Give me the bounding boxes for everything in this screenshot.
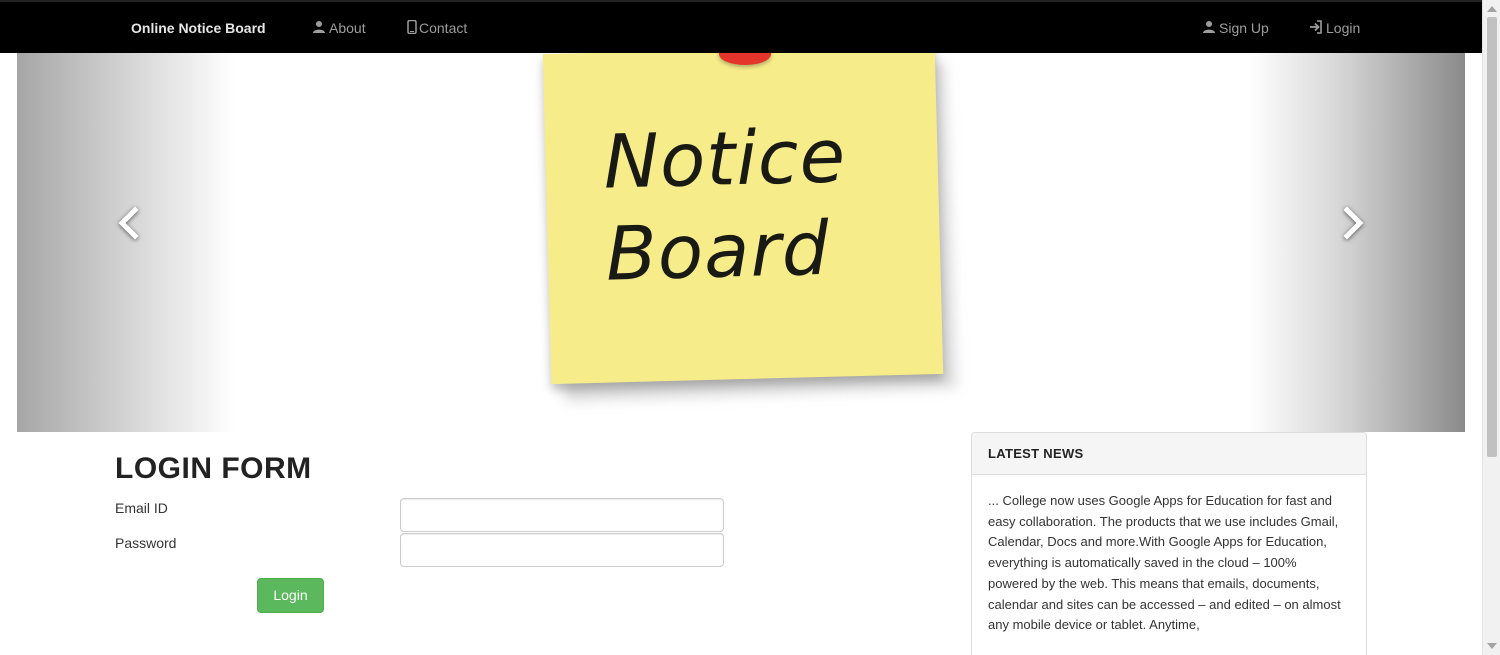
nav-about-link[interactable]: About: [312, 2, 366, 55]
page-scrollbar[interactable]: [1482, 0, 1500, 655]
user-icon: [1202, 20, 1216, 34]
nav-about-label: About: [329, 20, 366, 36]
password-label: Password: [115, 535, 177, 551]
nav-contact-label: Contact: [419, 20, 468, 36]
latest-news-panel: LATEST NEWS ... College now uses Google …: [971, 432, 1367, 655]
sticky-line-board: Board: [604, 205, 831, 298]
notice-board-image: Notice Board: [541, 53, 961, 432]
latest-news-heading: LATEST NEWS: [972, 433, 1366, 475]
mobile-phone-icon: [407, 20, 417, 35]
sticky-line-notice: Notice: [602, 113, 848, 206]
scroll-down-icon[interactable]: [1487, 643, 1497, 649]
nav-login-link[interactable]: Login: [1309, 2, 1360, 55]
nav-contact-link[interactable]: Contact: [407, 2, 467, 55]
user-icon: [312, 20, 326, 34]
latest-news-body: ... College now uses Google Apps for Edu…: [988, 493, 1341, 633]
sticky-note-text: Notice Board: [602, 110, 849, 300]
carousel-next-button[interactable]: [1333, 203, 1373, 243]
chevron-left-icon: [118, 206, 139, 240]
scroll-thumb[interactable]: [1487, 17, 1497, 457]
hero-carousel: Notice Board: [17, 53, 1465, 432]
brand-link[interactable]: Online Notice Board: [131, 2, 266, 55]
nav-login-label: Login: [1326, 20, 1361, 36]
password-field[interactable]: [400, 533, 724, 567]
email-field[interactable]: [400, 498, 724, 532]
chevron-right-icon: [1343, 206, 1364, 240]
sticky-note: Notice Board: [542, 53, 944, 385]
scroll-up-icon[interactable]: [1487, 6, 1497, 12]
login-submit-button[interactable]: Login: [257, 578, 324, 613]
top-navbar: Online Notice Board About Contact Sign U…: [0, 0, 1482, 53]
email-label: Email ID: [115, 500, 168, 516]
nav-signup-label: Sign Up: [1219, 20, 1269, 36]
log-in-icon: [1309, 20, 1323, 35]
nav-signup-link[interactable]: Sign Up: [1202, 2, 1269, 55]
carousel-prev-button[interactable]: [109, 203, 149, 243]
login-form-title: LOGIN FORM: [115, 452, 312, 485]
